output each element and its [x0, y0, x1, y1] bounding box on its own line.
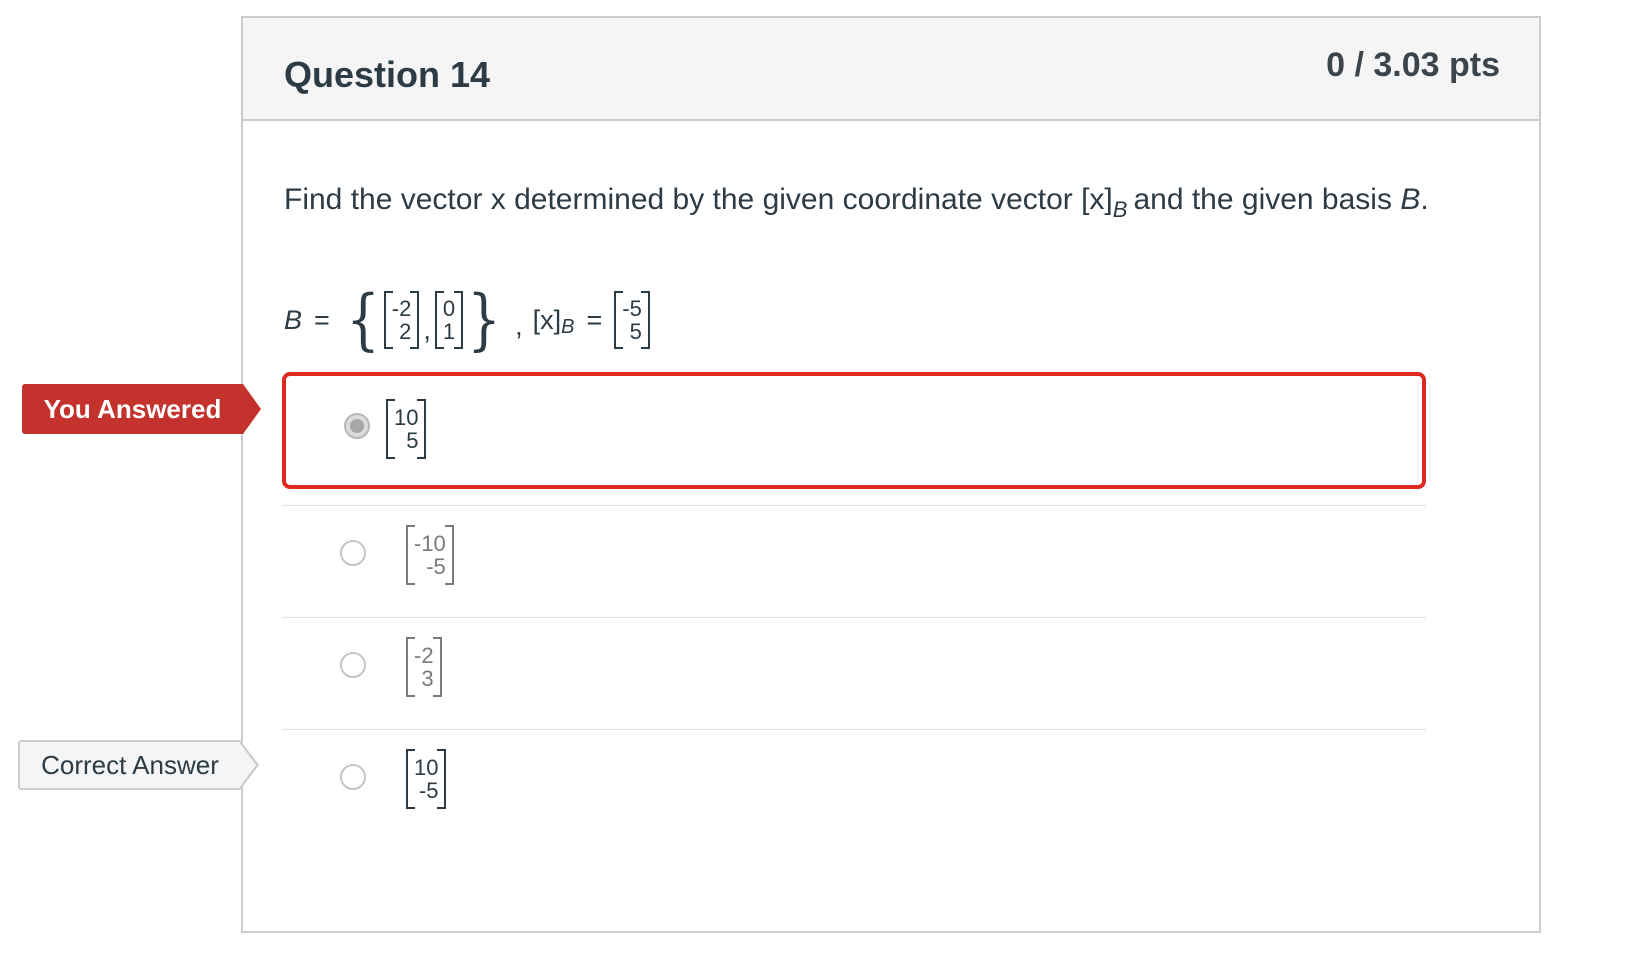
answer-radio-1[interactable] [344, 413, 370, 439]
answer-vector-1: 10 5 [386, 399, 427, 459]
prompt-subscript: B [1112, 197, 1128, 222]
you-answered-label: You Answered [43, 393, 222, 424]
coord-vector-bottom: 5 [629, 319, 642, 344]
open-brace: { [345, 281, 380, 358]
prompt-basis: B [1400, 183, 1421, 216]
formula-comma: , [515, 310, 523, 341]
answer-radio-2[interactable] [340, 540, 366, 566]
coord-vector: -5 5 [614, 291, 650, 349]
basis-label: B [284, 304, 303, 335]
answer-vector-1-bottom: 5 [406, 428, 419, 453]
prompt-text: Find the vector x determined by the give… [284, 183, 1113, 216]
answer-vector-4-top: 10 [414, 754, 439, 780]
answer-radio-3[interactable] [340, 652, 366, 678]
answer-vector-4-bottom: -5 [418, 778, 439, 803]
answer-vector-4: 10 -5 [406, 749, 447, 809]
close-brace: } [467, 281, 501, 358]
question-points: 0 / 3.03 pts [1326, 46, 1500, 84]
question-formula: B = { -2 2 , 0 1 } , [x] B = -5 5 [284, 280, 650, 360]
question-title: Question 14 [284, 54, 491, 95]
basis-vector-1-top: -2 [391, 295, 412, 321]
basis-vector-2-top: 0 [442, 295, 456, 321]
answer-option-2[interactable]: -10 -5 [282, 507, 1426, 619]
basis-comma: , [423, 314, 431, 345]
answer-divider [282, 729, 1426, 730]
coord-label: [x] [532, 304, 562, 335]
answer-vector-3-bottom: 3 [421, 666, 434, 691]
question-card: Question 14 0 / 3.03 pts Find the vector… [241, 16, 1541, 933]
coord-equals: = [586, 304, 603, 335]
question-header: Question 14 0 / 3.03 pts [243, 18, 1539, 121]
basis-vector-1: -2 2 [383, 291, 420, 349]
you-answered-tag: You Answered [22, 384, 261, 434]
prompt-end: . [1420, 183, 1429, 216]
answer-divider [282, 505, 1426, 506]
answer-radio-4[interactable] [340, 764, 366, 790]
correct-answer-tag: Correct Answer [18, 740, 259, 790]
question-prompt: Find the vector x determined by the give… [284, 183, 1429, 222]
coord-vector-top: -5 [622, 295, 642, 321]
answer-vector-2-bottom: -5 [426, 554, 446, 579]
answer-vector-3-top: -2 [414, 642, 434, 668]
answer-vector-2: -10 -5 [406, 525, 454, 585]
answer-option-4[interactable]: 10 -5 [282, 731, 1426, 843]
answer-vector-3: -2 3 [406, 637, 442, 697]
answer-option-3[interactable]: -2 3 [282, 619, 1426, 731]
equals-sign: = [314, 304, 330, 335]
answer-vector-2-top: -10 [414, 530, 446, 556]
answer-vector-1-top: 10 [394, 404, 419, 430]
basis-vector-1-bottom: 2 [399, 319, 412, 344]
coord-subscript: B [561, 315, 575, 338]
correct-answer-label: Correct Answer [41, 749, 219, 780]
answer-divider [282, 617, 1426, 618]
answer-option-1[interactable]: 10 5 [282, 372, 1426, 489]
basis-vector-2-bottom: 1 [442, 319, 456, 344]
basis-vector-2: 0 1 [434, 291, 464, 349]
prompt-text-2: and the given basis [1133, 183, 1401, 216]
